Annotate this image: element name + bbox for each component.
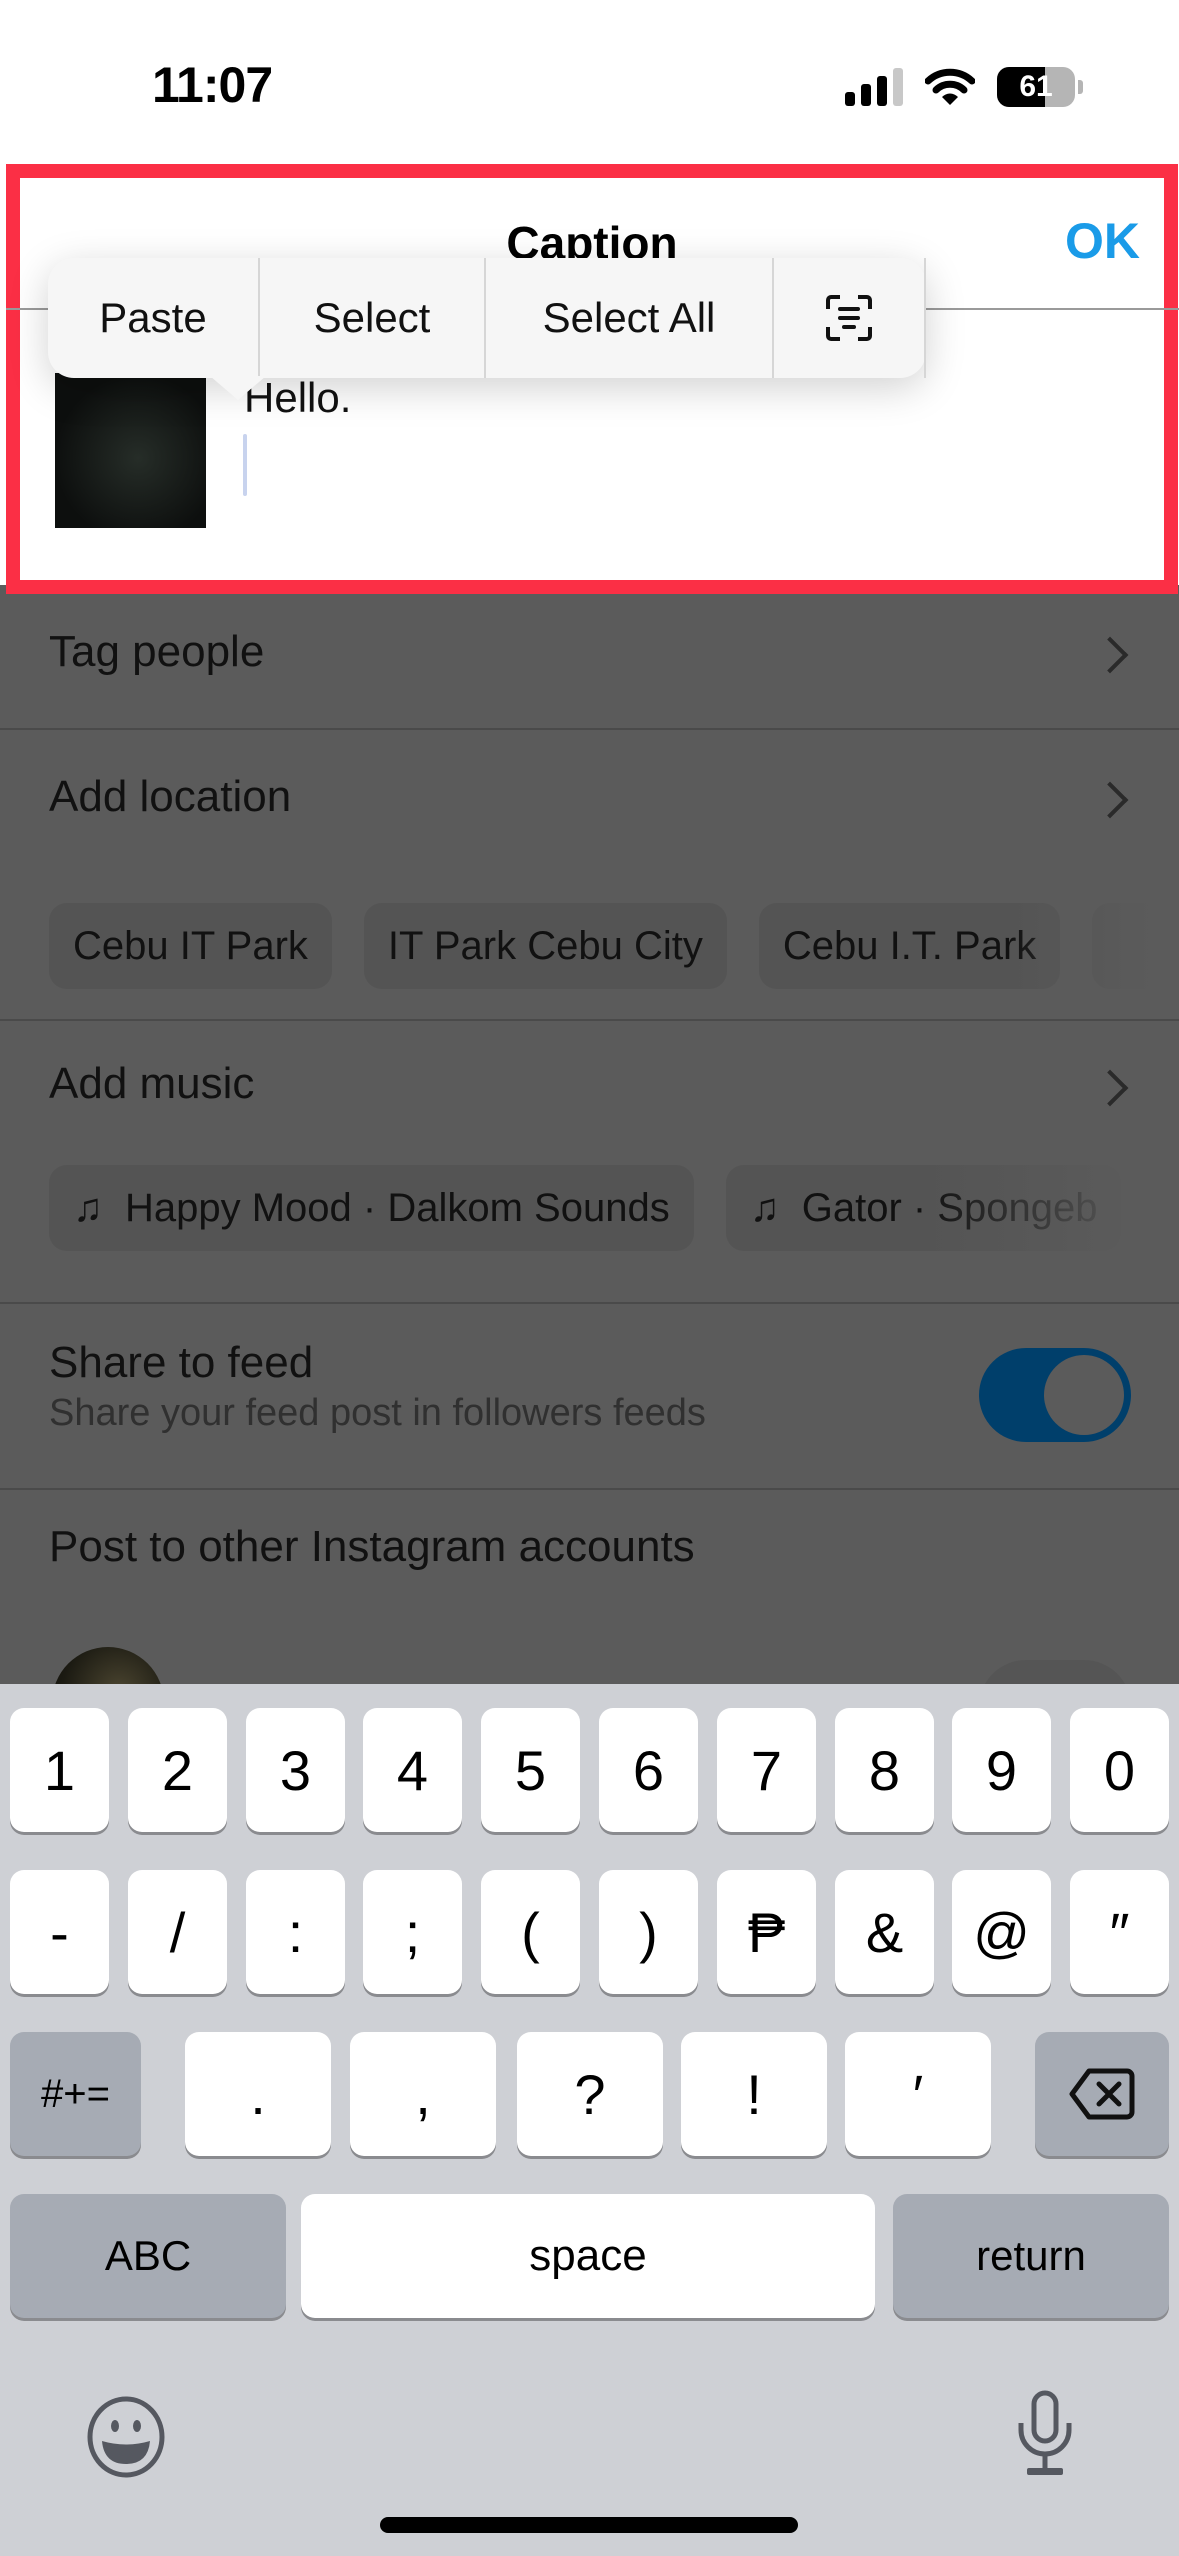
delete-icon <box>1069 2068 1135 2120</box>
key[interactable]: ! <box>681 2032 827 2156</box>
location-chip[interactable]: Cebu IT Park <box>49 903 332 989</box>
select-button[interactable]: Select <box>260 258 486 378</box>
music-chip-label: Happy Mood · Dalkom Sounds <box>125 1185 670 1230</box>
share-to-feed-row: Share to feed Share your feed post in fo… <box>0 1304 1179 1488</box>
chevron-right-icon <box>1091 1069 1129 1107</box>
post-options-overlay: Tag people Add location Cebu IT Park IT … <box>0 585 1179 1685</box>
scan-text-icon <box>826 295 872 341</box>
key[interactable]: 0 <box>1070 1708 1169 1832</box>
return-key[interactable]: return <box>893 2194 1169 2318</box>
key[interactable]: ₱ <box>717 1870 816 1994</box>
add-music-label: Add music <box>49 1059 255 1108</box>
key[interactable]: & <box>835 1870 934 1994</box>
music-note-icon: ♫ <box>73 1185 103 1230</box>
key[interactable]: ? <box>517 2032 663 2156</box>
microphone-icon[interactable] <box>1015 2390 1075 2478</box>
key[interactable]: ) <box>599 1870 698 1994</box>
caption-editor: Caption OK Hello. <box>6 164 1179 594</box>
key[interactable]: 2 <box>128 1708 227 1832</box>
share-to-feed-toggle[interactable] <box>979 1348 1131 1442</box>
key[interactable]: ′ <box>845 2032 991 2156</box>
cellular-signal-icon <box>845 68 903 106</box>
key[interactable]: 4 <box>363 1708 462 1832</box>
edit-menu-pointer <box>210 376 266 400</box>
ok-button[interactable]: OK <box>1065 212 1140 270</box>
abc-key[interactable]: ABC <box>10 2194 286 2318</box>
status-icons: 61 <box>845 64 1083 110</box>
battery-percent: 61 <box>1019 70 1053 103</box>
key[interactable]: 8 <box>835 1708 934 1832</box>
key[interactable]: 6 <box>599 1708 698 1832</box>
add-location-label: Add location <box>49 772 292 821</box>
symbols-mode-key[interactable]: #+= <box>10 2032 141 2156</box>
status-time: 11:07 <box>152 57 273 113</box>
key[interactable]: . <box>185 2032 331 2156</box>
status-bar: 11:07 61 <box>0 0 1179 170</box>
delete-key[interactable] <box>1035 2032 1169 2156</box>
key[interactable]: / <box>128 1870 227 1994</box>
keyboard: 1234567890 - /:;() ₱ & @ ″ #+= .,?! ′ ABC spac… <box>0 1684 1179 2556</box>
key[interactable]: : <box>246 1870 345 1994</box>
space-key[interactable]: space <box>301 2194 875 2318</box>
chevron-right-icon <box>1091 636 1129 674</box>
tag-people-label: Tag people <box>49 627 265 676</box>
key[interactable]: @ <box>952 1870 1051 1994</box>
key[interactable]: ( <box>481 1870 580 1994</box>
scroll-fade <box>919 1160 1179 1260</box>
home-indicator[interactable] <box>380 2517 798 2533</box>
share-to-feed-subtitle: Share your feed post in followers feeds <box>49 1392 706 1434</box>
key[interactable]: ″ <box>1070 1870 1169 1994</box>
other-account-toggle[interactable] <box>979 1660 1131 1685</box>
key[interactable]: - <box>10 1870 109 1994</box>
emoji-icon[interactable] <box>86 2396 166 2478</box>
key[interactable]: , <box>350 2032 496 2156</box>
text-cursor <box>243 434 247 496</box>
key[interactable]: 9 <box>952 1708 1051 1832</box>
key[interactable]: 7 <box>717 1708 816 1832</box>
key[interactable]: 5 <box>481 1708 580 1832</box>
music-note-icon: ♫ <box>749 1185 780 1230</box>
select-all-button[interactable]: Select All <box>486 258 774 378</box>
edit-menu: Paste Select Select All <box>48 258 926 400</box>
chevron-right-icon <box>1091 781 1129 819</box>
scroll-fade <box>1009 895 1179 995</box>
other-accounts-row: Post to other Instagram accounts <box>0 1490 1179 1630</box>
scan-text-button[interactable] <box>774 258 926 378</box>
post-thumbnail <box>55 373 206 528</box>
wifi-icon <box>925 68 975 105</box>
music-chip[interactable]: ♫ Happy Mood · Dalkom Sounds <box>49 1165 694 1251</box>
other-accounts-title: Post to other Instagram accounts <box>49 1522 695 1571</box>
add-music-row[interactable]: Add music <box>0 1021 1179 1161</box>
share-to-feed-title: Share to feed <box>49 1338 314 1387</box>
key[interactable]: 3 <box>246 1708 345 1832</box>
paste-button[interactable]: Paste <box>48 258 260 378</box>
battery-icon: 61 <box>997 67 1075 107</box>
key[interactable]: 1 <box>10 1708 109 1832</box>
key[interactable]: ; <box>363 1870 462 1994</box>
location-chip[interactable]: IT Park Cebu City <box>363 903 727 989</box>
add-location-row[interactable]: Add location <box>0 730 1179 875</box>
avatar <box>52 1647 164 1685</box>
tag-people-row[interactable]: Tag people <box>0 585 1179 730</box>
